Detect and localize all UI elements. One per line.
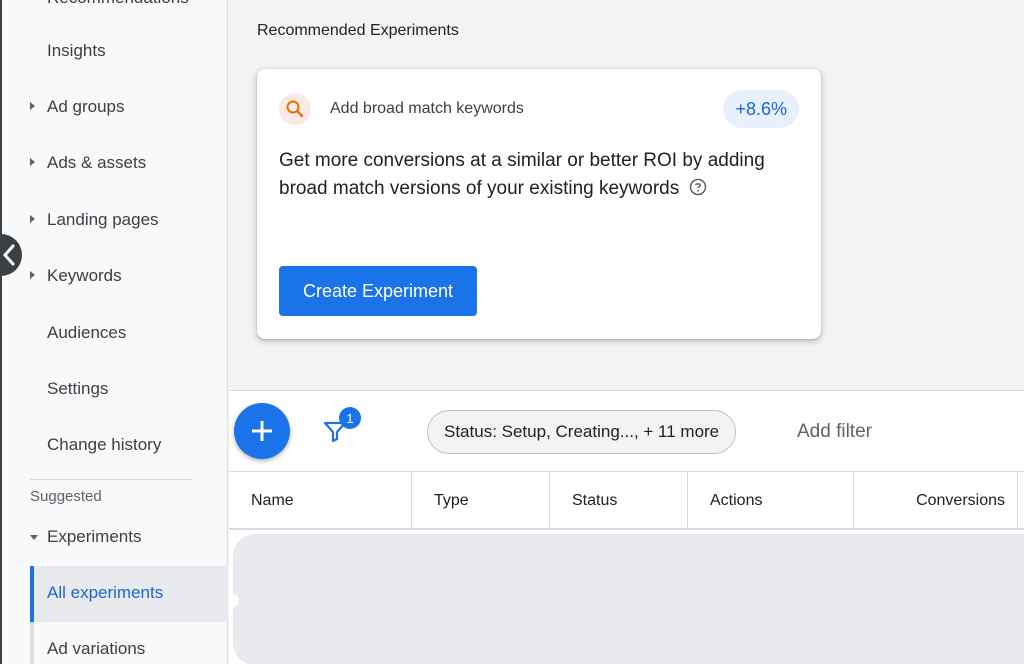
add-experiment-button[interactable] xyxy=(234,403,290,459)
page: Recommendations Insights Ad groups Ads &… xyxy=(0,0,1024,664)
chevron-left-icon xyxy=(2,244,15,266)
table-header: Name Type Status Actions Conversions xyxy=(229,471,1024,530)
expand-caret-icon[interactable] xyxy=(30,215,35,223)
column-header-conversions[interactable]: Conversions xyxy=(854,472,1018,529)
experiments-table-panel: 1 Status: Setup, Creating..., + 11 more … xyxy=(229,390,1024,664)
sidebar-item-insights[interactable]: Insights xyxy=(47,41,106,61)
expand-caret-icon[interactable] xyxy=(30,271,35,279)
sidebar-item-keywords[interactable]: Keywords xyxy=(47,266,122,286)
sidebar-item-audiences[interactable]: Audiences xyxy=(47,323,126,343)
search-badge xyxy=(279,93,311,125)
expand-caret-icon[interactable] xyxy=(30,158,35,166)
section-title: Recommended Experiments xyxy=(257,22,459,39)
sidebar-item-ad-groups[interactable]: Ad groups xyxy=(47,97,125,117)
column-header-type[interactable]: Type xyxy=(412,472,550,529)
status-filter-chip[interactable]: Status: Setup, Creating..., + 11 more xyxy=(427,410,737,454)
sidebar-item-landing-pages[interactable]: Landing pages xyxy=(47,210,159,230)
search-icon xyxy=(286,100,304,118)
column-header-status[interactable]: Status xyxy=(550,472,688,529)
section-label-suggested: Suggested xyxy=(30,488,102,505)
sidebar-item-recommendations[interactable]: Recommendations xyxy=(47,0,189,8)
left-edge xyxy=(0,0,2,664)
sidebar-item-change-history[interactable]: Change history xyxy=(47,435,161,455)
sidebar-item-settings[interactable]: Settings xyxy=(47,379,108,399)
uplift-badge: +8.6% xyxy=(723,90,799,128)
sidebar-item-all-experiments[interactable]: All experiments xyxy=(47,583,163,603)
sidebar-item-experiments[interactable]: Experiments xyxy=(47,527,141,547)
column-header-name[interactable]: Name xyxy=(229,472,412,529)
help-icon[interactable] xyxy=(689,178,707,196)
recommendation-card: Add broad match keywords +8.6% Get more … xyxy=(257,69,821,339)
add-filter-button[interactable]: Add filter xyxy=(797,421,872,443)
sidebar-item-ads-assets[interactable]: Ads & assets xyxy=(47,153,146,173)
sidebar: Recommendations Insights Ad groups Ads &… xyxy=(0,0,228,664)
filter-count-badge: 1 xyxy=(339,407,361,429)
card-description: Get more conversions at a similar or bet… xyxy=(279,147,779,203)
column-header-actions[interactable]: Actions xyxy=(688,472,854,529)
create-experiment-button[interactable]: Create Experiment xyxy=(279,266,477,316)
loading-placeholder xyxy=(233,534,1024,664)
card-headline: Add broad match keywords xyxy=(330,100,524,117)
sidebar-item-ad-variations[interactable]: Ad variations xyxy=(47,639,145,659)
expand-caret-icon[interactable] xyxy=(30,102,35,110)
collapse-caret-icon[interactable] xyxy=(30,535,38,540)
plus-icon xyxy=(252,421,272,441)
section-divider xyxy=(30,479,193,480)
